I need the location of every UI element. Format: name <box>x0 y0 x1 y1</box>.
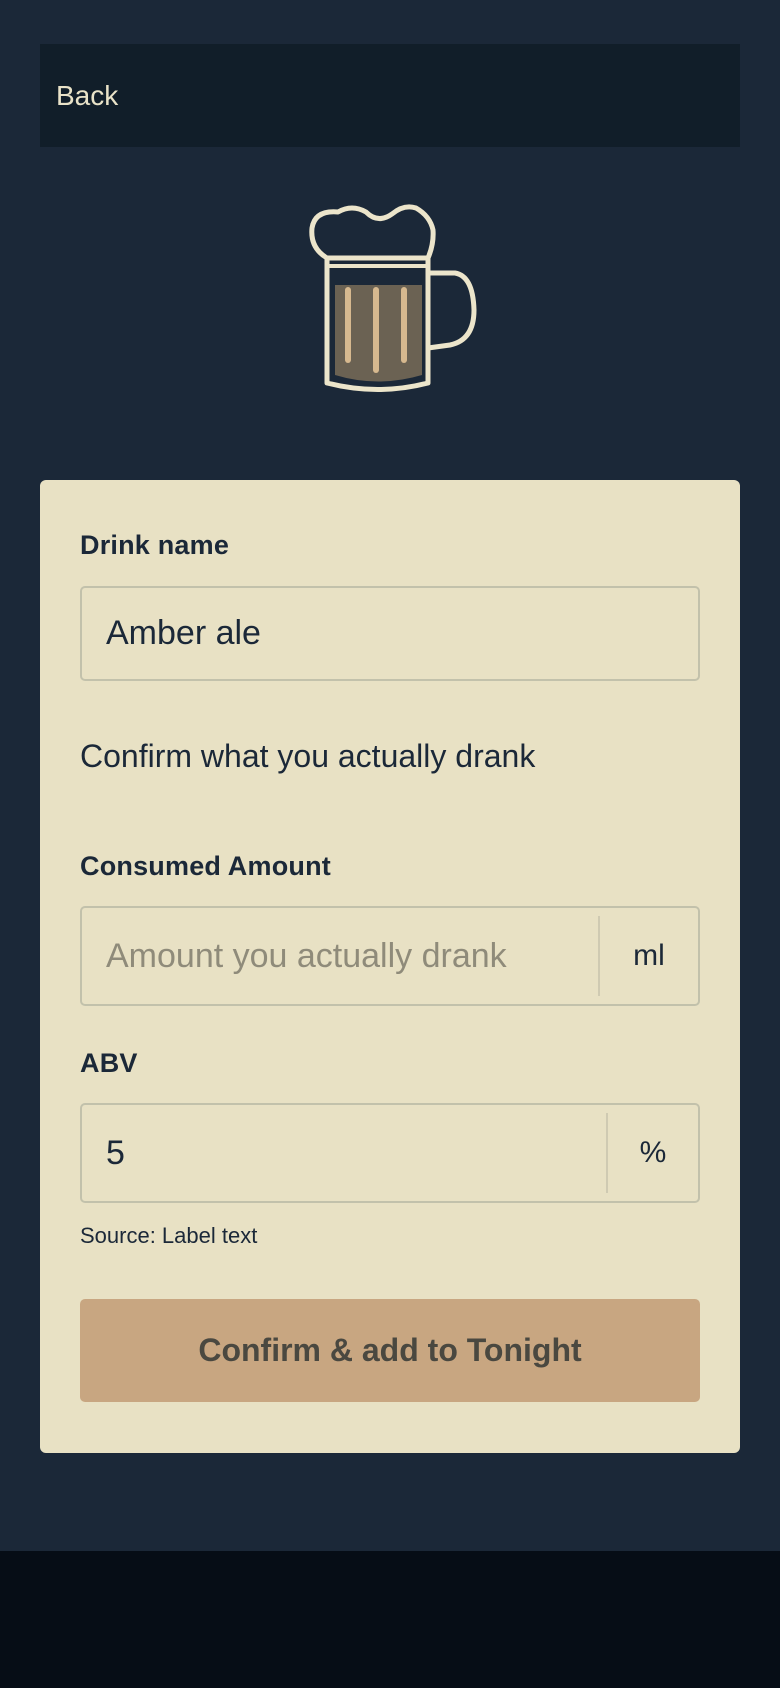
drink-name-input[interactable]: Amber ale <box>80 586 700 681</box>
back-button-label: Back <box>56 79 119 111</box>
ml-unit-label: ml <box>598 916 698 996</box>
consumed-amount-placeholder: Amount you actually drank <box>106 936 507 975</box>
drink-name-value: Amber ale <box>106 614 261 652</box>
abv-value: 5 <box>106 1133 125 1172</box>
confirm-add-button[interactable]: Confirm & add to Tonight <box>80 1299 700 1402</box>
back-button[interactable]: Back <box>40 44 740 147</box>
percent-unit-label: % <box>606 1113 698 1193</box>
beer-mug-icon <box>300 200 490 400</box>
instruction-text: Confirm what you actually drank <box>80 738 536 774</box>
abv-input[interactable]: 5 % <box>80 1103 700 1203</box>
confirm-add-button-label: Confirm & add to Tonight <box>198 1332 582 1368</box>
drink-form-card: Drink name Amber ale Confirm what you ac… <box>40 480 740 1453</box>
drink-name-label: Drink name <box>80 530 230 560</box>
consumed-amount-label: Consumed Amount <box>80 851 331 881</box>
bottom-navigation-bar <box>0 1551 780 1688</box>
consumed-amount-input[interactable]: Amount you actually drank ml <box>80 906 700 1006</box>
abv-label: ABV <box>80 1048 138 1078</box>
source-text: Source: Label text <box>80 1223 258 1248</box>
